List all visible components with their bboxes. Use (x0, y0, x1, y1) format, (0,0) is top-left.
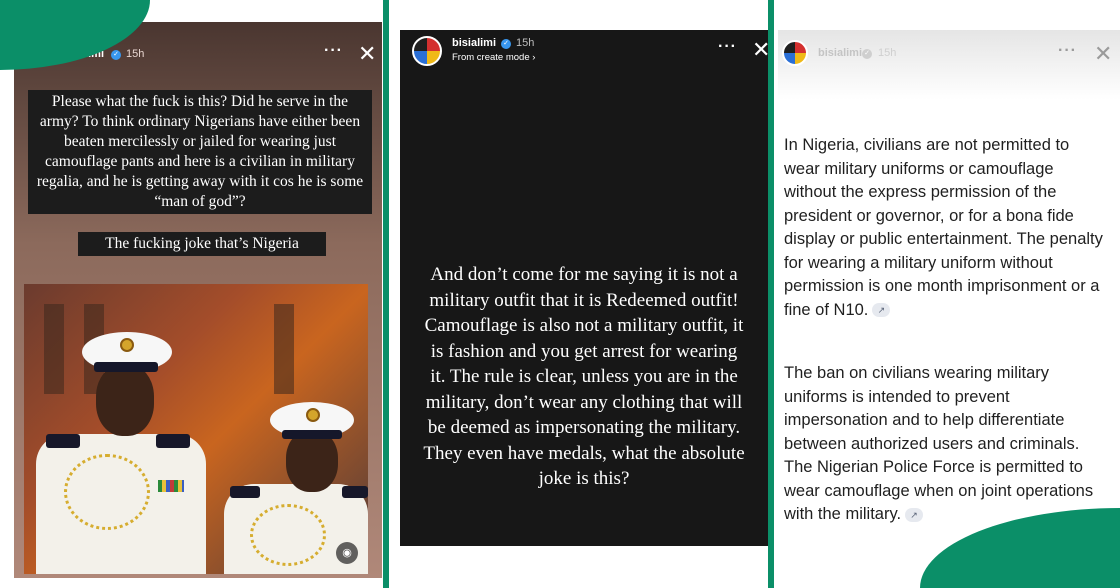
cap-badge (120, 338, 134, 352)
more-options-icon[interactable]: ··· (718, 38, 737, 56)
avatar[interactable] (412, 36, 442, 66)
divider-1 (383, 0, 389, 588)
verified-icon: ✓ (501, 39, 511, 49)
info-paragraph-2-text: The ban on civilians wearing military un… (784, 364, 1094, 523)
cap-visor (94, 362, 158, 372)
face (286, 430, 338, 492)
create-mode-text: From create mode (452, 52, 530, 63)
background-arch (44, 304, 64, 394)
verified-icon: ✓ (862, 49, 872, 59)
timestamp: 15h (878, 47, 897, 59)
story-header: bisialimi ✓ 15h ··· ✕ (778, 30, 1120, 100)
medal-ribbons (158, 480, 184, 492)
username[interactable]: bisialimi (452, 37, 496, 49)
info-paragraph-1: In Nigeria, civilians are not permitted … (784, 134, 1108, 322)
epaulette (156, 434, 190, 448)
link-icon[interactable]: ↗ (905, 507, 924, 522)
divider-2 (768, 0, 774, 588)
more-options-icon[interactable]: ··· (1058, 42, 1077, 60)
background-arch (274, 304, 294, 394)
chevron-right-icon: › (532, 52, 536, 63)
more-options-icon[interactable]: ··· (324, 42, 343, 60)
info-paragraph-2: The ban on civilians wearing military un… (784, 362, 1108, 527)
link-icon[interactable]: ↗ (872, 303, 891, 318)
cap-badge (306, 408, 320, 422)
epaulette (46, 434, 80, 448)
avatar[interactable] (782, 40, 808, 66)
info-paragraph-1-text: In Nigeria, civilians are not permitted … (784, 136, 1103, 319)
username[interactable]: bisialimi (818, 47, 862, 59)
timestamp: 15h (516, 37, 535, 49)
close-icon[interactable]: ✕ (1094, 43, 1112, 65)
story-caption-secondary: The fucking joke that’s Nigeria (78, 232, 326, 256)
epaulette (230, 486, 260, 498)
gold-braid (250, 504, 326, 566)
story-caption-main: Please what the fuck is this? Did he ser… (28, 90, 372, 214)
gold-braid (64, 454, 150, 530)
cap-visor (282, 430, 342, 439)
epaulette (342, 486, 368, 498)
story-panel-3: bisialimi ✓ 15h ··· ✕ In Nigeria, civili… (778, 30, 1120, 588)
story-body-text: And don’t come for me saying it is not a… (423, 264, 745, 489)
timestamp: 15h (126, 48, 145, 60)
close-icon[interactable]: ✕ (358, 43, 376, 65)
story-panel-1: bisialimi ✓ 15h ··· ✕ Please what the fu… (14, 22, 382, 578)
mute-icon[interactable]: ◉ (336, 542, 358, 564)
close-icon[interactable]: ✕ (752, 39, 768, 61)
story-photo: ◉ (24, 284, 368, 574)
story-header: bisialimi ✓ 15h From create mode › ··· ✕ (400, 30, 768, 90)
create-mode-label[interactable]: From create mode › (452, 52, 535, 63)
verified-icon: ✓ (111, 50, 121, 60)
face (96, 364, 154, 436)
story-panel-2: bisialimi ✓ 15h From create mode › ··· ✕… (400, 30, 768, 546)
